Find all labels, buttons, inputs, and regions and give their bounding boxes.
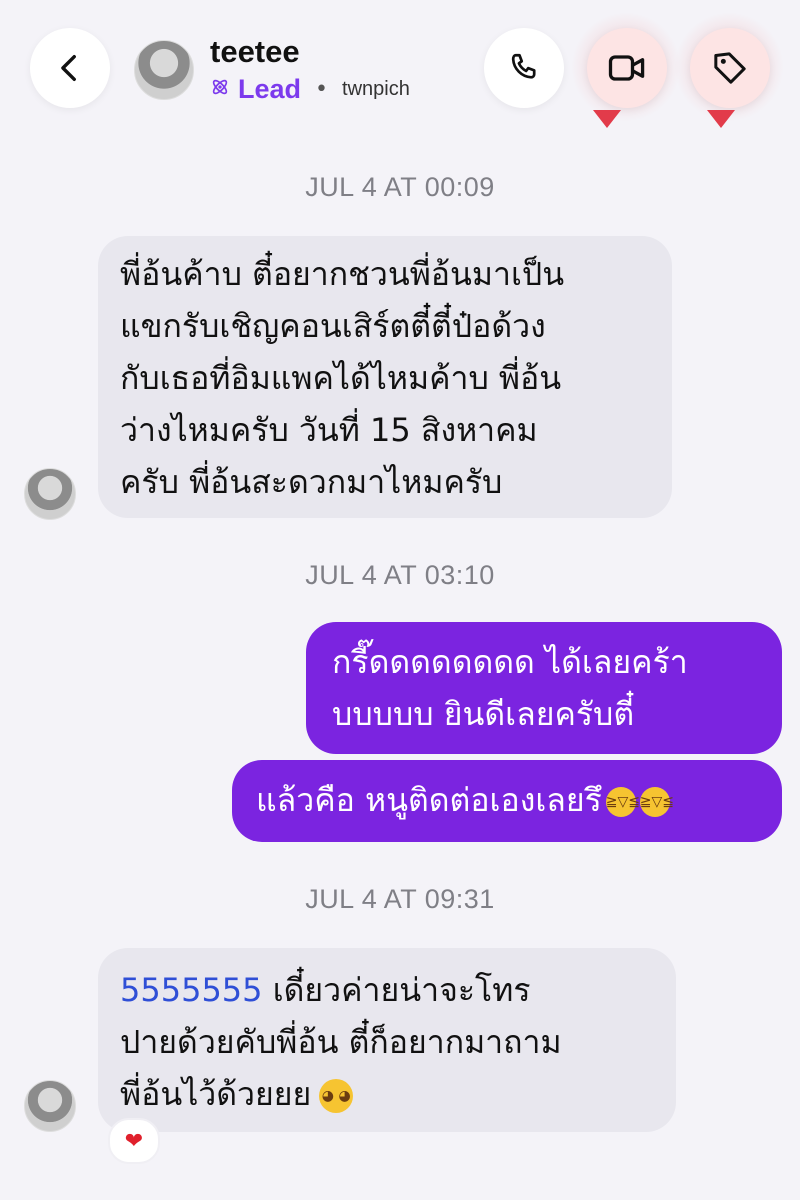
message-line: กับเธอที่อิมแพคได้ไหมค้าบ พี่อ้น (120, 359, 562, 397)
message-line: บบบบบ ยินดีเลยครับตี๋ (332, 695, 635, 733)
message-bubble-outgoing[interactable]: กรี๊ดดดดดดดด ได้เลยคร้า บบบบบ ยินดีเลยคร… (306, 622, 782, 754)
contact-handle: twnpich (342, 78, 410, 100)
call-button[interactable] (484, 28, 564, 108)
timestamp: JUL 4 AT 09:31 (305, 884, 495, 914)
back-button[interactable] (30, 28, 110, 108)
tag-icon (714, 52, 746, 84)
message-line: แล้วคือ หนูติดต่อเองเลยรึ ≧▽≦ ≧▽≦ (256, 774, 768, 826)
timestamp: JUL 4 AT 03:10 (305, 560, 495, 590)
separator-dot: • (315, 77, 329, 102)
lead-badge: Lead (238, 74, 302, 104)
message-line: พี่อ้นไว้ด้วยยย ◕ ◕ (120, 1068, 662, 1120)
pin-marker-icon (707, 110, 735, 128)
pleading-face-icon: ◕ ◕ (319, 1079, 354, 1113)
chevron-left-icon (61, 54, 76, 82)
message-bubble-outgoing[interactable]: แล้วคือ หนูติดต่อเองเลยรึ ≧▽≦ ≧▽≦ (232, 760, 782, 842)
pin-marker-icon (593, 110, 621, 128)
message-line: ครับ พี่อ้นสะดวกมาไหมครับ (120, 463, 503, 501)
rolling-on-floor-laughing-icon: ≧▽≦ (639, 787, 674, 817)
chat-header: teetee Lead • twnpich (0, 0, 800, 140)
profile-avatar[interactable] (134, 40, 194, 100)
heart-icon[interactable]: ❤ (108, 1118, 160, 1164)
atom-icon (210, 77, 230, 102)
contact-subtitle: Lead • twnpich (210, 74, 410, 105)
message-text: เดี๋ยวค่ายน่าจะโทร (262, 971, 531, 1009)
sender-avatar[interactable] (24, 1080, 76, 1132)
timestamp: JUL 4 AT 00:09 (305, 172, 495, 202)
phone-number-link[interactable]: 5555555 (120, 971, 263, 1009)
video-call-button[interactable] (587, 28, 667, 108)
message-bubble-incoming[interactable]: 5555555 เดี๋ยวค่ายน่าจะโทร ปายด้วยคับพี่… (98, 948, 676, 1132)
message-line: กรี๊ดดดดดดดด ได้เลยคร้า (332, 643, 688, 681)
message-text: พี่อ้นไว้ด้วยยย (120, 1075, 312, 1113)
sender-avatar[interactable] (24, 468, 76, 520)
phone-icon (511, 53, 536, 79)
message-line: ว่างไหมครับ วันที่ 15 สิงหาคม (120, 411, 538, 449)
rolling-on-floor-laughing-icon: ≧▽≦ (605, 787, 640, 817)
message-line: 5555555 เดี๋ยวค่ายน่าจะโทร (120, 964, 662, 1016)
message-bubble-incoming[interactable]: พี่อ้นค้าบ ตี๋อยากชวนพี่อ้นมาเป็น แขกรับ… (98, 236, 672, 518)
tag-button[interactable] (690, 28, 770, 108)
contact-username[interactable]: teetee (210, 34, 300, 70)
message-line: พี่อ้นค้าบ ตี๋อยากชวนพี่อ้นมาเป็น (120, 255, 565, 293)
message-text: แล้วคือ หนูติดต่อเองเลยรึ (256, 781, 602, 819)
message-line: แขกรับเชิญคอนเสิร์ตตี๋ตี๋ป๋อด้วง (120, 307, 546, 345)
message-line: ปายด้วยคับพี่อ้น ตี๋ก็อยากมาถาม (120, 1023, 562, 1061)
video-camera-icon (608, 55, 645, 81)
